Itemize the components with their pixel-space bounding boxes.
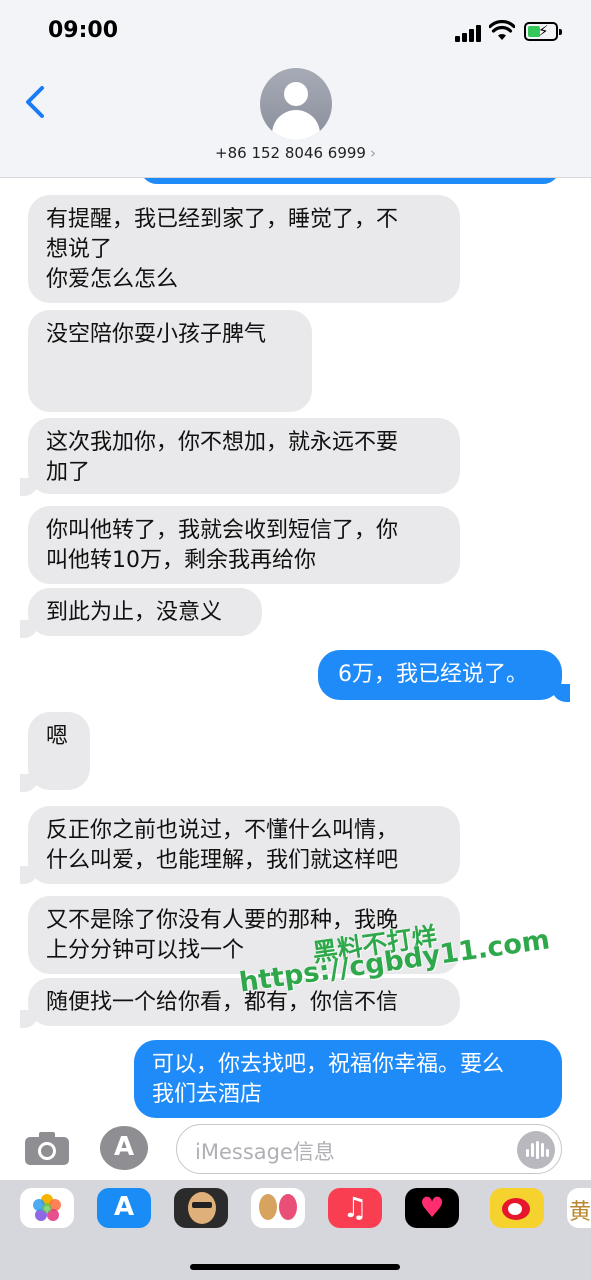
contact-number: +86 152 8046 6999	[215, 144, 366, 162]
message-input-placeholder: iMessage信息	[195, 1140, 335, 1164]
contact-name[interactable]: +86 152 8046 6999 ›	[0, 144, 591, 162]
conversation-header: 09:00 ⚡ +86 152 8046 6999 ›	[0, 0, 591, 178]
bubble-tail	[20, 620, 38, 638]
message-text: 没空陪你耍小孩子脾气	[46, 322, 267, 347]
back-chevron-icon[interactable]	[20, 82, 54, 122]
message-text: 你爱怎么怎么	[46, 267, 179, 292]
wifi-icon	[489, 20, 515, 40]
app-icon-partial[interactable]: 黄	[567, 1188, 591, 1228]
cellular-signal-icon	[455, 24, 483, 42]
message-text: 反正你之前也说过，不懂什么叫情，	[46, 818, 399, 843]
app-icon-partial-label: 黄	[569, 1200, 591, 1225]
message-bubble[interactable]: 反正你之前也说过，不懂什么叫情， 什么叫爱，也能理解，我们就这样吧	[28, 806, 460, 884]
message-text: 嗯	[46, 724, 69, 749]
message-text: 这次我加你，你不想加，就永远不要	[46, 430, 399, 455]
message-bubble[interactable]: 这次我加你，你不想加，就永远不要 加了	[28, 418, 460, 494]
bubble-tail	[552, 684, 570, 702]
app-store-icon[interactable]: A	[100, 1126, 148, 1170]
animoji-icon[interactable]	[251, 1188, 305, 1228]
compose-bar: A iMessage信息	[0, 1118, 591, 1180]
battery-icon: ⚡	[524, 22, 562, 41]
photos-app-icon[interactable]	[20, 1188, 74, 1228]
message-text: 想说了	[46, 237, 113, 262]
memoji-icon[interactable]	[174, 1188, 228, 1228]
home-indicator[interactable]	[190, 1264, 400, 1270]
music-app-icon[interactable]: ♫	[328, 1188, 382, 1228]
bubble-tail	[20, 774, 38, 792]
message-bubble[interactable]: 你叫他转了，我就会收到短信了，你 叫他转10万，剩余我再给你	[28, 506, 460, 584]
weibo-icon[interactable]	[490, 1188, 544, 1228]
message-input[interactable]: iMessage信息	[176, 1124, 562, 1174]
bubble-tail	[20, 478, 38, 496]
message-text: 你叫他转了，我就会收到短信了，你	[46, 518, 399, 543]
message-text: 什么叫爱，也能理解，我们就这样吧	[46, 848, 399, 873]
digital-touch-icon[interactable]: ♥	[405, 1188, 459, 1228]
app-drawer: A ♫ ♥ 黄	[0, 1180, 591, 1280]
message-bubble[interactable]: 6万，我已经说了。	[318, 650, 562, 700]
chevron-right-icon: ›	[369, 144, 376, 162]
bubble-tail	[20, 866, 38, 884]
message-text: 可以，你去找吧，祝福你幸福。要么	[152, 1052, 505, 1077]
message-text: 叫他转10万，剩余我再给你	[46, 548, 316, 573]
message-text: 有提醒，我已经到家了，睡觉了，不	[46, 207, 399, 232]
message-text: 加了	[46, 460, 91, 485]
bubble-tail	[20, 1010, 38, 1028]
status-time: 09:00	[48, 18, 119, 43]
app-store-app-icon[interactable]: A	[97, 1188, 151, 1228]
camera-icon[interactable]	[24, 1130, 70, 1166]
message-bubble[interactable]: 可以，你去找吧，祝福你幸福。要么 我们去酒店	[134, 1040, 562, 1118]
message-bubble[interactable]: 没空陪你耍小孩子脾气	[28, 310, 312, 412]
message-text: 6万，我已经说了。	[338, 662, 528, 687]
message-bubble[interactable]: 到此为止，没意义	[28, 588, 262, 636]
message-text: 我们去酒店	[152, 1082, 263, 1107]
avatar-icon[interactable]	[260, 68, 332, 140]
message-bubble[interactable]: 有提醒，我已经到家了，睡觉了，不 想说了 你爱怎么怎么	[28, 195, 460, 303]
message-text: 到此为止，没意义	[46, 600, 223, 625]
voice-memo-icon[interactable]	[517, 1131, 555, 1169]
